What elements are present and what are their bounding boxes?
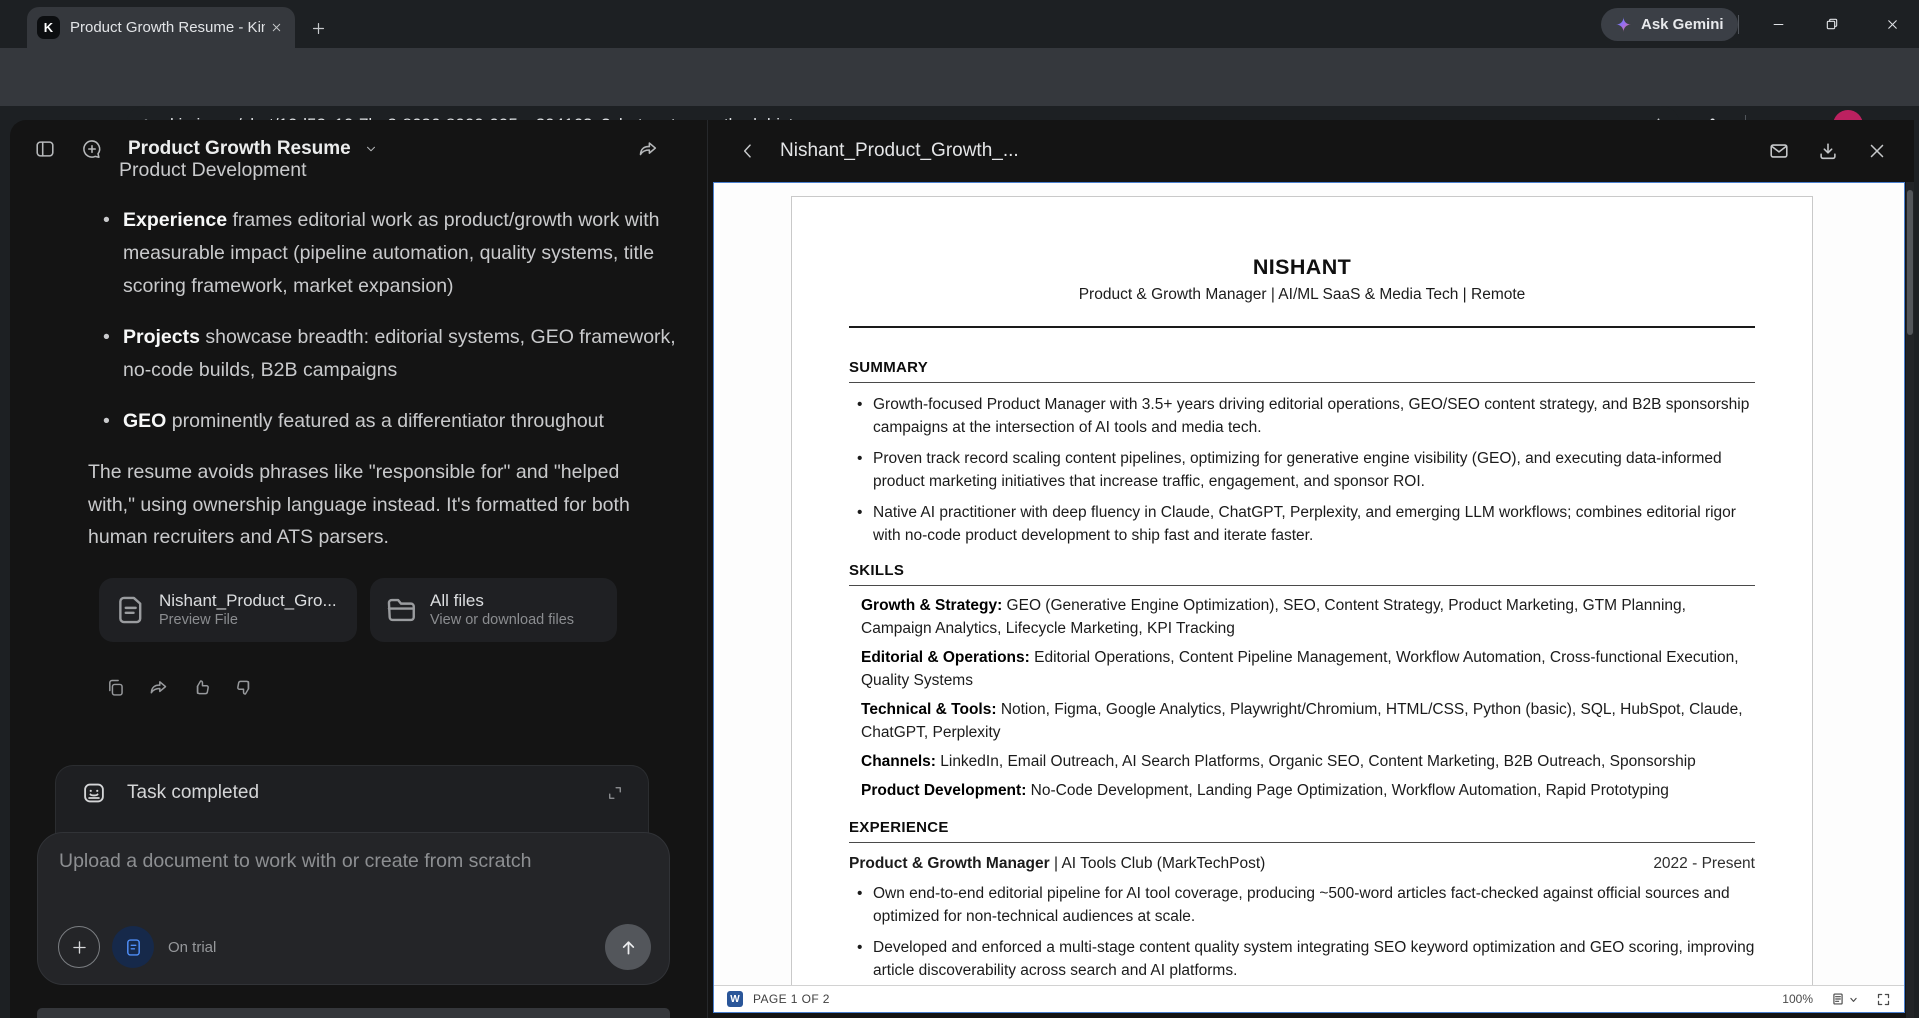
ask-gemini-button[interactable]: Ask Gemini xyxy=(1601,8,1738,41)
file-card-subtitle: Preview File xyxy=(159,611,337,630)
resume-name: NISHANT xyxy=(849,197,1755,280)
file-preview-card[interactable]: Nishant_Product_Gro... Preview File xyxy=(99,578,357,642)
file-card-title: Nishant_Product_Gro... xyxy=(159,590,337,611)
zoom-level[interactable]: 100% xyxy=(1782,992,1813,1006)
browser-tab[interactable]: K Product Growth Resume - Kimi xyxy=(27,7,295,48)
list-item: GEO prominently featured as a differenti… xyxy=(96,405,680,438)
file-card-subtitle: View or download files xyxy=(430,611,574,630)
experience-bullets: Own end-to-end editorial pipeline for AI… xyxy=(849,882,1755,982)
skill-item: Growth & Strategy: GEO (Generative Engin… xyxy=(861,594,1755,640)
new-chat-icon[interactable] xyxy=(81,138,103,160)
viewer-scrollbar[interactable] xyxy=(1906,182,1914,1018)
list-item: Native AI practitioner with deep fluency… xyxy=(849,501,1755,547)
skill-item: Channels: LinkedIn, Email Outreach, AI S… xyxy=(861,750,1755,773)
expand-icon[interactable] xyxy=(606,784,624,802)
message-bullet-list: Experience frames editorial work as prod… xyxy=(96,204,680,456)
document-header: Nishant_Product_Growth_... xyxy=(708,120,1914,182)
ask-gemini-label: Ask Gemini xyxy=(1641,16,1724,33)
list-item: Growth-focused Product Manager with 3.5+… xyxy=(849,393,1755,439)
bottom-edge-strip xyxy=(37,1008,670,1018)
word-app-icon: W xyxy=(727,991,743,1007)
window-minimize-icon[interactable] xyxy=(1763,10,1793,38)
robot-face-icon xyxy=(81,780,107,806)
page-layout-control[interactable] xyxy=(1831,992,1858,1006)
kimi-favicon: K xyxy=(37,16,60,39)
job-title-row: Product & Growth Manager | AI Tools Club… xyxy=(849,855,1755,873)
chat-header: Product Growth Resume xyxy=(10,120,707,178)
skills-list: Growth & Strategy: GEO (Generative Engin… xyxy=(849,594,1755,802)
message-paragraph: The resume avoids phrases like "responsi… xyxy=(88,456,654,554)
resume-page: NISHANT Product & Growth Manager | AI/ML… xyxy=(791,196,1813,1013)
trial-badge: On trial xyxy=(168,939,216,956)
share-icon[interactable] xyxy=(148,677,169,698)
gemini-icon xyxy=(1615,16,1632,33)
thumbs-down-icon[interactable] xyxy=(234,677,255,698)
job-dates: 2022 - Present xyxy=(1653,855,1755,873)
chevron-down-icon[interactable] xyxy=(364,142,378,156)
document-viewer: NISHANT Product & Growth Manager | AI/ML… xyxy=(713,182,1905,1013)
resume-divider xyxy=(849,326,1755,328)
browser-window: K Product Growth Resume - Kimi Ask Gemin… xyxy=(0,0,1919,1018)
folder-icon xyxy=(384,593,418,627)
document-panel: Nishant_Product_Growth_... NISHANT Produ… xyxy=(707,120,1914,1018)
send-button[interactable] xyxy=(605,924,651,970)
kimi-app: Product Growth Resume Product Developmen… xyxy=(10,120,1914,1018)
document-mode-button[interactable] xyxy=(112,926,154,968)
new-tab-button[interactable] xyxy=(305,15,331,41)
scrollbar-thumb[interactable] xyxy=(1907,190,1913,335)
browser-toolbar: kimi.com/chat/19d52c10-7be2-8626-8000-09… xyxy=(0,48,1919,106)
tab-close-icon[interactable] xyxy=(265,17,287,39)
document-title: Nishant_Product_Growth_... xyxy=(780,140,1019,162)
skill-item: Editorial & Operations: Editorial Operat… xyxy=(861,646,1755,692)
back-chevron-icon[interactable] xyxy=(738,141,758,161)
thumbs-up-icon[interactable] xyxy=(191,677,212,698)
kimi-favicon-glyph: K xyxy=(44,20,53,35)
document-icon xyxy=(113,593,147,627)
copy-icon[interactable] xyxy=(105,677,126,698)
list-item: Proven track record scaling content pipe… xyxy=(849,447,1755,493)
message-actions xyxy=(105,677,255,698)
skill-item: Technical & Tools: Notion, Figma, Google… xyxy=(861,698,1755,744)
list-item: Own end-to-end editorial pipeline for AI… xyxy=(849,882,1755,928)
experience-heading: EXPERIENCE xyxy=(849,819,1755,843)
skill-item: Product Development: No-Code Development… xyxy=(861,779,1755,802)
fullscreen-icon[interactable] xyxy=(1876,992,1891,1007)
tab-title: Product Growth Resume - Kimi xyxy=(70,19,265,36)
resume-tagline: Product & Growth Manager | AI/ML SaaS & … xyxy=(849,286,1755,304)
list-item: Projects showcase breadth: editorial sys… xyxy=(96,321,680,387)
window-close-icon[interactable] xyxy=(1877,10,1907,38)
file-card-title: All files xyxy=(430,590,574,611)
composer-input[interactable]: Upload a document to work with or create… xyxy=(59,850,648,873)
task-status-text: Task completed xyxy=(127,782,259,804)
list-item: Developed and enforced a multi-stage con… xyxy=(849,936,1755,982)
page-indicator[interactable]: PAGE 1 OF 2 xyxy=(753,992,830,1006)
chat-panel: Product Growth Resume Product Developmen… xyxy=(10,120,707,1018)
email-icon[interactable] xyxy=(1768,140,1790,162)
skills-heading: SKILLS xyxy=(849,562,1755,586)
download-icon[interactable] xyxy=(1817,140,1839,162)
list-item: Experience frames editorial work as prod… xyxy=(96,204,680,303)
titlebar-divider xyxy=(1738,15,1739,34)
sidebar-toggle-icon[interactable] xyxy=(34,138,56,160)
chat-title[interactable]: Product Growth Resume xyxy=(128,138,351,160)
file-card-row: Nishant_Product_Gro... Preview File All … xyxy=(99,578,617,642)
share-chat-icon[interactable] xyxy=(637,138,659,160)
composer[interactable]: Upload a document to work with or create… xyxy=(37,832,670,985)
window-restore-icon[interactable] xyxy=(1817,10,1847,38)
summary-bullets: Growth-focused Product Manager with 3.5+… xyxy=(849,393,1755,547)
viewer-status-bar: W PAGE 1 OF 2 100% xyxy=(714,985,1904,1012)
close-icon[interactable] xyxy=(1866,140,1888,162)
all-files-card[interactable]: All files View or download files xyxy=(370,578,617,642)
attach-plus-button[interactable] xyxy=(58,926,100,968)
clipped-message-line: Product Development xyxy=(119,162,307,187)
page-layout-icon xyxy=(1831,992,1845,1006)
summary-heading: SUMMARY xyxy=(849,359,1755,383)
caret-down-icon xyxy=(1849,995,1858,1004)
